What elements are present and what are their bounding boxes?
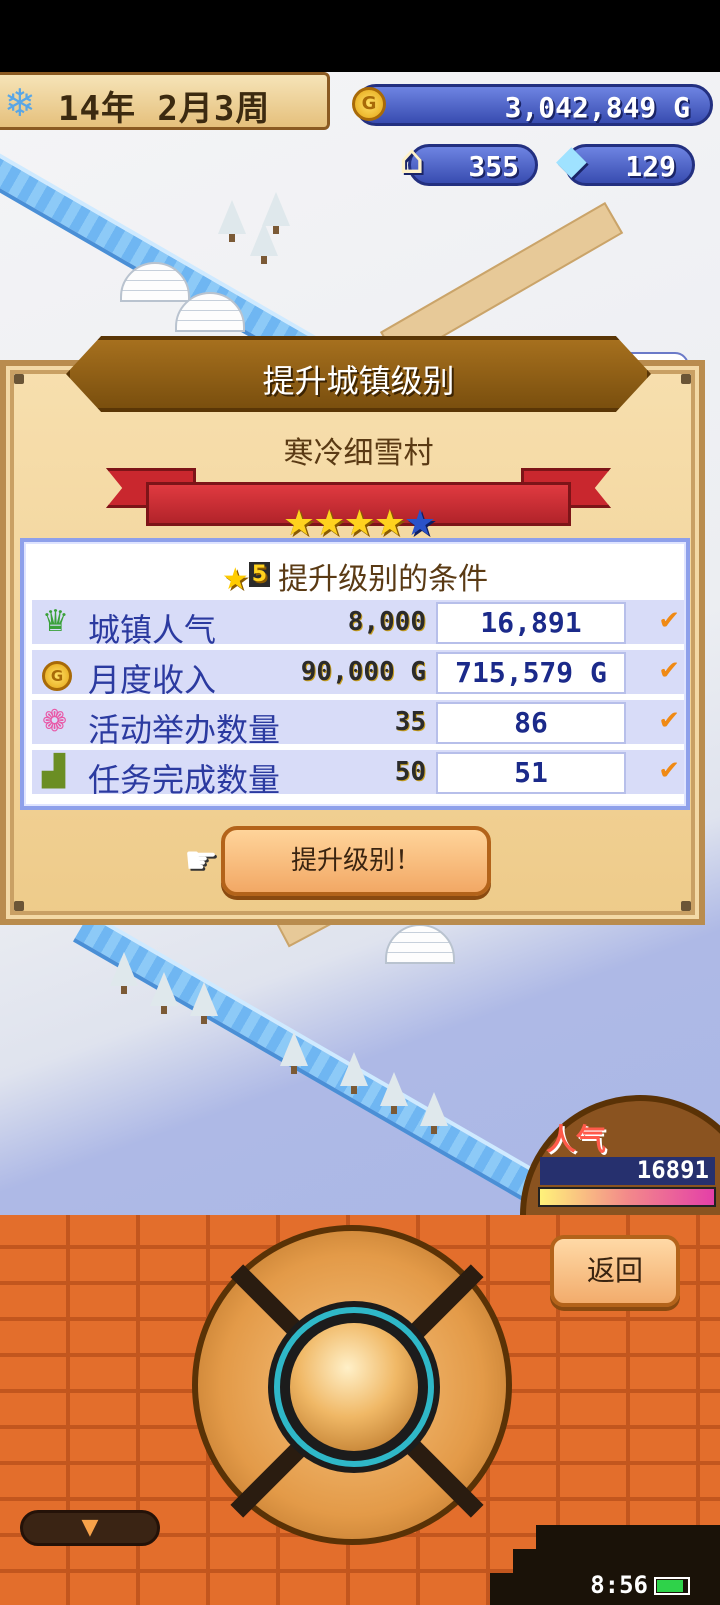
houses-value: 355 [468,150,519,183]
conditions-title: 提升级别的条件 [278,562,489,597]
battery-icon [654,1577,690,1595]
snow-tree [218,200,246,242]
star-level-icon: ★ 5 [222,562,271,597]
condition-label: 任务完成数量 [88,761,281,799]
corner-stud [681,901,691,911]
condition-row: ❁ 活动举办数量 35 86 ✔ [32,700,684,749]
condition-current: 715,579 G [436,652,626,694]
rank-ribbon: ★★★★★ [106,458,611,544]
corner-stud [14,374,24,384]
snow-tree [340,1052,368,1094]
conditions-box: ★ 5 提升级别的条件 ♛ 城镇人气 8,000 16,891 ✔ G 月度收入 9… [20,538,690,810]
clock-time: 8:56 [590,1571,648,1599]
upgrade-level-button[interactable]: 提升级别！ [221,826,491,896]
igloo[interactable] [385,924,455,964]
trophy-icon: ♛ [42,604,69,639]
snow-tree [190,982,218,1024]
popularity-bar [538,1187,716,1207]
upgrade-town-dialog: 提升城镇级别 寒冷细雪村 ★★★★★ ★ 5 提升级别的条件 ♛ 城镇人气 8,00… [0,336,705,925]
status-clock: 8:56 [590,1571,690,1599]
houses-counter: ⌂ 355 [399,137,538,186]
block-icon: ▟ [42,754,66,789]
check-icon: ✔ [658,656,680,686]
condition-current: 16,891 [436,602,626,644]
main-dial-button[interactable] [192,1225,512,1545]
condition-required: 8,000 [347,607,426,637]
corner-stud [681,374,691,384]
control-panel: 返回 ▼ 8:56 [0,1215,720,1605]
balloon-icon: ❁ [42,704,68,739]
condition-required: 50 [394,757,426,787]
gold-value: 3,042,849 G [504,91,690,124]
dialog-title: 提升城镇级别 [262,362,455,400]
corner-stud [14,901,24,911]
back-button[interactable]: 返回 [550,1235,680,1307]
check-icon: ✔ [658,756,680,786]
coin-icon: G [352,87,386,121]
condition-current: 86 [436,702,626,744]
snow-tree [110,952,138,994]
check-icon: ✔ [658,606,680,636]
condition-current: 51 [436,752,626,794]
condition-required: 90,000 G [300,657,426,687]
gold-counter: G 3,042,849 G [352,84,713,126]
condition-row: G 月度收入 90,000 G 715,579 G ✔ [32,650,684,699]
target-level: 5 [248,562,271,587]
condition-row: ▟ 任务完成数量 50 51 ✔ [32,750,684,799]
pointing-hand-icon: ☛ [184,838,219,882]
popularity-label: 人气 [546,1123,606,1158]
date-label: 14年 2月3周 [58,89,271,129]
check-icon: ✔ [658,706,680,736]
snow-tree [380,1072,408,1114]
snow-tree [280,1032,308,1074]
snowflake-icon: ❄ [4,81,36,125]
coin-icon: G [42,654,72,691]
hud-top: ❄ 14年 2月3周 G 3,042,849 G ⌂ 355 ◆ 129 [0,72,720,186]
condition-row: ♛ 城镇人气 8,000 16,891 ✔ [32,600,684,649]
ribbon-center: ★★★★★ [146,482,571,544]
condition-required: 35 [394,707,426,737]
ice-counter: ◆ 129 [556,137,695,186]
condition-label: 城镇人气 [88,611,217,649]
popularity-gauge[interactable]: 人气 16891 [520,1095,720,1220]
dial-core[interactable] [290,1323,418,1451]
condition-label: 月度收入 [88,661,217,699]
snow-tree [150,972,178,1014]
date-box: ❄ 14年 2月3周 [0,72,330,130]
condition-label: 活动举办数量 [88,711,281,749]
title-banner: 提升城镇级别 [66,336,651,412]
snow-tree [262,192,290,234]
popularity-value: 16891 [540,1157,715,1185]
ice-value: 129 [625,150,676,183]
chevron-down-icon[interactable]: ▼ [20,1510,160,1546]
snow-tree [420,1092,448,1134]
conditions-header: ★ 5 提升级别的条件 [24,554,686,598]
